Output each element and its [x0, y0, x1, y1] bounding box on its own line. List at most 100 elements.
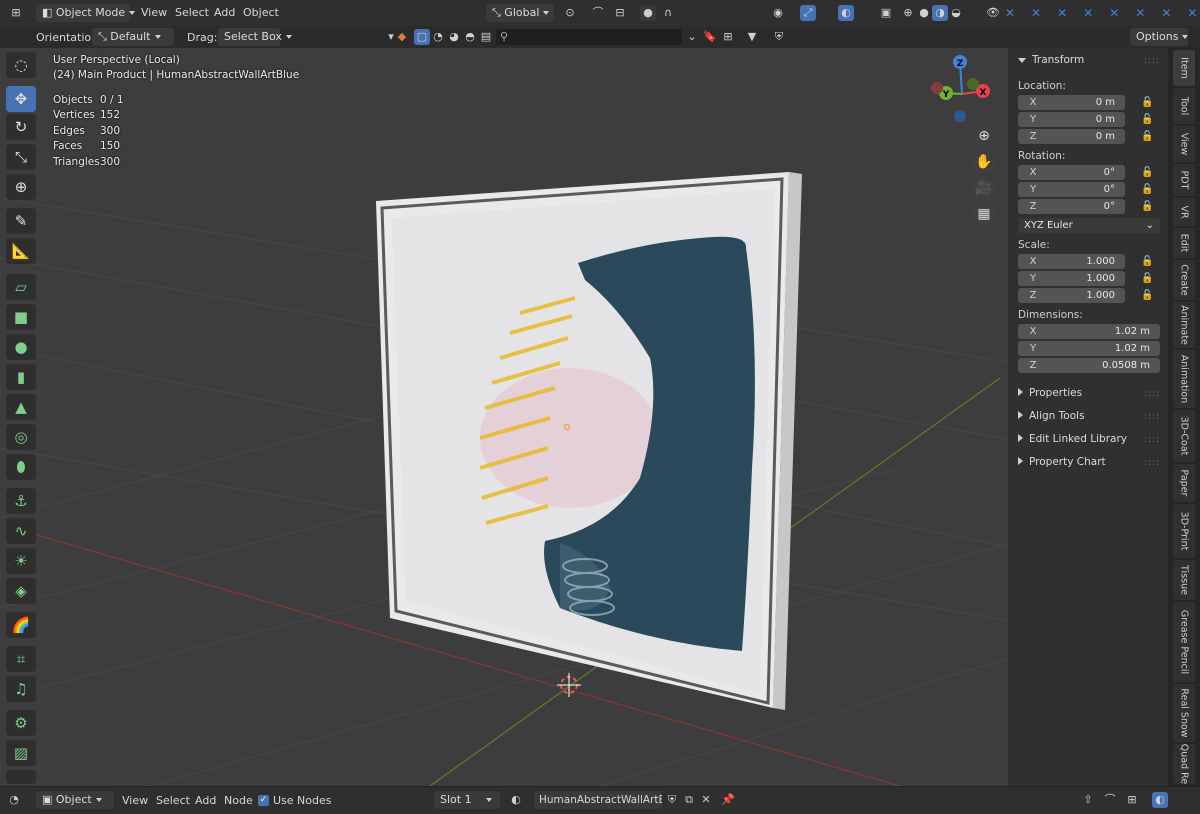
snap-target-icon[interactable]: ⊞ [1124, 792, 1140, 808]
drag-handle-icon[interactable]: :::: [1144, 389, 1160, 399]
select-tool-icon[interactable]: ◌ [6, 52, 36, 78]
drag-handle-icon[interactable]: :::: [1144, 458, 1160, 468]
3d-viewport[interactable]: Z X Y User Perspective (Local) (24) Main… [0, 48, 1168, 786]
tab-3d-print[interactable]: 3D-Print [1173, 504, 1195, 558]
zoom-icon[interactable]: ⊕ [972, 124, 996, 148]
filter-icon[interactable]: ▼ [744, 29, 760, 45]
lock-icon[interactable]: 🔓 [1141, 184, 1153, 195]
align-tools-panel-header[interactable]: Align Tools [1018, 410, 1085, 422]
rendered-shading-icon[interactable]: ◒ [948, 5, 964, 21]
close-icon[interactable]: ✕ [698, 792, 714, 808]
tab-real-snow[interactable]: Real Snow [1173, 684, 1195, 742]
pivot-point-icon[interactable]: ⊙ [562, 5, 578, 21]
orientation-dropdown[interactable]: ⤡ Default [92, 28, 174, 46]
add-curve-icon[interactable]: ∿ [6, 518, 36, 544]
location-y-field[interactable]: Y0 m [1018, 112, 1125, 127]
xray-icon[interactable]: ▣ [878, 5, 894, 21]
visibility-icon[interactable]: ◉ [770, 5, 786, 21]
menu-add[interactable]: Add [195, 793, 216, 809]
restrict-toggles[interactable]: ✕✕✕✕✕✕✕✕ [1005, 6, 1200, 20]
dimension-z-field[interactable]: Z 0.0508 m [1018, 358, 1160, 373]
gizmo-toggle-icon[interactable]: ⤢ [800, 5, 816, 21]
3d-cursor[interactable] [557, 673, 581, 697]
wireframe-shading-icon[interactable]: ⊕ [900, 5, 916, 21]
collection-icon[interactable]: ⊞ [720, 29, 736, 45]
shield-icon[interactable]: ⛨ [771, 29, 787, 45]
lock-icon[interactable]: 🔓 [1141, 290, 1153, 301]
move-tool-icon[interactable]: ✥ [6, 86, 36, 112]
editor-type-icon[interactable]: ◔ [6, 792, 22, 808]
drag-handle-icon[interactable]: :::: [1144, 412, 1160, 422]
select-extend-icon[interactable]: ◔ [430, 29, 446, 45]
pin-icon[interactable]: 📌 [720, 792, 736, 808]
overlay-toggle-icon[interactable]: ◐ [1152, 792, 1168, 808]
slot-dropdown[interactable]: Slot 1 [434, 791, 500, 809]
material-name-field[interactable]: HumanAbstractWallArtBlue [534, 791, 662, 809]
snap-icon[interactable]: ⌒ [590, 5, 606, 21]
snap-icon[interactable]: ⌒ [1102, 792, 1118, 808]
falloff-icon[interactable]: ∩ [660, 5, 676, 21]
add-empty-icon[interactable]: ⚓ [6, 488, 36, 514]
options-dropdown[interactable]: Options [1130, 28, 1189, 46]
tab-edit[interactable]: Edit [1173, 228, 1195, 258]
navigation-gizmo[interactable]: Z X Y [931, 55, 990, 122]
add-image-icon[interactable]: ▨ [6, 740, 36, 766]
lock-icon[interactable]: 🔓 [1141, 114, 1153, 125]
tab-animate[interactable]: Animate [1173, 302, 1195, 348]
pan-hand-icon[interactable]: ✋ [972, 150, 996, 174]
search-dropdown-icon[interactable]: ⌄ [684, 29, 700, 45]
select-mode-icon[interactable]: ▢ [414, 29, 430, 45]
edit-linked-library-panel-header[interactable]: Edit Linked Library [1018, 433, 1127, 445]
location-x-field[interactable]: X0 m [1018, 95, 1125, 110]
add-sphere-icon[interactable]: ● [6, 334, 36, 360]
add-light-icon[interactable]: ☀ [6, 548, 36, 574]
menu-node[interactable]: Node [224, 793, 253, 809]
lock-icon[interactable]: 🔓 [1141, 201, 1153, 212]
drag-dropdown[interactable]: Select Box [218, 28, 292, 46]
transform-orientation-dropdown[interactable]: ⤡ Global [486, 4, 554, 22]
drag-handle-icon[interactable]: :::: [1144, 56, 1160, 66]
location-z-field[interactable]: Z0 m [1018, 129, 1125, 144]
tab-animation[interactable]: Animation [1173, 350, 1195, 408]
tab-create[interactable]: Create [1173, 260, 1195, 300]
add-plane-icon[interactable]: ▱ [6, 274, 36, 300]
lock-icon[interactable]: 🔓 [1141, 273, 1153, 284]
select-subtract-icon[interactable]: ◕ [446, 29, 462, 45]
material-browse-icon[interactable]: ◐ [508, 792, 524, 808]
lock-icon[interactable]: 🔓 [1141, 167, 1153, 178]
parent-node-icon[interactable]: ⇧ [1080, 792, 1096, 808]
menu-select[interactable]: Select [156, 793, 190, 809]
rotation-mode-dropdown[interactable]: XYZ Euler ⌄ [1018, 218, 1160, 233]
property-chart-panel-header[interactable]: Property Chart [1018, 456, 1106, 468]
snap-target-icon[interactable]: ⊟ [612, 5, 628, 21]
proportional-editing-icon[interactable]: ● [640, 5, 656, 21]
shader-type-dropdown[interactable]: ▣ Object [36, 791, 114, 809]
add-more-icon[interactable]: … [6, 770, 36, 786]
add-speaker-icon[interactable]: ♫ [6, 676, 36, 702]
bookmark-icon[interactable]: 🔖 [702, 29, 718, 45]
use-nodes-checkbox[interactable]: ✓ [258, 795, 269, 806]
camera-icon[interactable]: 🎥 [972, 176, 996, 200]
tab-paper[interactable]: Paper [1173, 464, 1195, 502]
fake-user-shield-icon[interactable]: ⛨ [664, 792, 680, 808]
menu-view[interactable]: View [141, 5, 167, 21]
editor-type-icon[interactable]: ⊞ [8, 5, 24, 21]
rotation-z-field[interactable]: Z 0° [1018, 199, 1125, 214]
tab-tissue[interactable]: Tissue [1173, 560, 1195, 600]
solid-shading-icon[interactable]: ● [916, 5, 932, 21]
tab-view[interactable]: View [1173, 126, 1195, 162]
tab-grease-pencil[interactable]: Grease Pencil [1173, 602, 1195, 682]
select-intersect-icon[interactable]: ▤ [478, 29, 494, 45]
scale-z-field[interactable]: Z 1.000 [1018, 288, 1125, 303]
measure-tool-icon[interactable]: 📐 [6, 238, 36, 264]
dimension-x-field[interactable]: X 1.02 m [1018, 324, 1160, 339]
drag-handle-icon[interactable]: :::: [1144, 435, 1160, 445]
add-capsule-icon[interactable]: ⬮ [6, 454, 36, 480]
tab-item[interactable]: Item [1173, 50, 1195, 86]
tab-3d-coat[interactable]: 3D-Coat [1173, 410, 1195, 462]
tab-vr[interactable]: VR [1173, 198, 1195, 226]
menu-select[interactable]: Select [175, 5, 209, 21]
add-torus-icon[interactable]: ◎ [6, 424, 36, 450]
add-probe-icon[interactable]: ◈ [6, 578, 36, 604]
object-type-filter-icon[interactable]: ◆ [394, 29, 410, 45]
